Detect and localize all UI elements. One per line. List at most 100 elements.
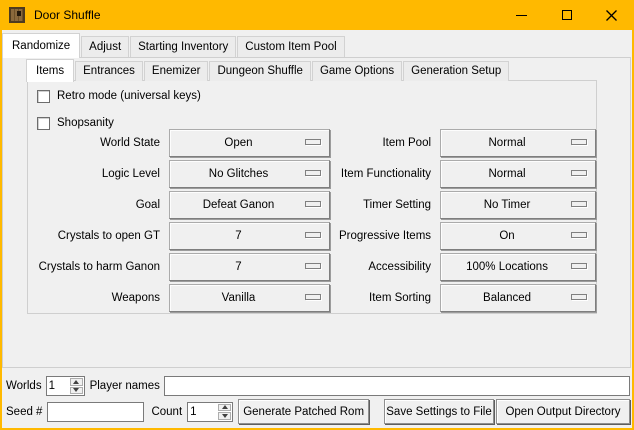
crystals-ganon-value: 7 <box>235 261 241 273</box>
count-spin-down-button[interactable] <box>218 412 231 420</box>
goal-value: Defeat Ganon <box>203 199 275 211</box>
maximize-button[interactable] <box>544 0 589 30</box>
titlebar: Door Shuffle <box>0 0 634 30</box>
secondary-tab-bar: Items Entrances Enemizer Dungeon Shuffle… <box>26 58 510 81</box>
crystals-ganon-label: Crystals to harm Ganon <box>28 253 160 281</box>
dropdown-indicator-icon <box>305 170 321 176</box>
worlds-spin-up-button[interactable] <box>70 378 83 386</box>
tab-entrances[interactable]: Entrances <box>75 61 143 81</box>
item-pool-dropdown[interactable]: Normal <box>440 129 596 157</box>
tab-enemizer[interactable]: Enemizer <box>144 61 209 81</box>
tab-dungeon-shuffle[interactable]: Dungeon Shuffle <box>209 61 310 81</box>
maximize-icon <box>562 10 572 20</box>
app-window: Door Shuffle Randomize Adjust Starting I… <box>0 0 634 430</box>
worlds-spinner-buttons <box>69 377 84 395</box>
item-sorting-dropdown[interactable]: Balanced <box>440 284 596 312</box>
door-icon <box>9 7 25 23</box>
options-grid: World State Open Item Pool Normal Logic … <box>28 129 593 312</box>
spinner-down-icon <box>222 414 228 418</box>
player-names-input[interactable] <box>164 376 630 396</box>
timer-setting-dropdown[interactable]: No Timer <box>440 191 596 219</box>
crystals-gt-value: 7 <box>235 230 241 242</box>
close-icon <box>606 10 617 21</box>
weapons-value: Vanilla <box>222 292 256 304</box>
crystals-gt-label: Crystals to open GT <box>28 222 160 250</box>
progressive-items-value: On <box>499 230 514 242</box>
logic-level-dropdown[interactable]: No Glitches <box>169 160 330 188</box>
logic-level-value: No Glitches <box>209 168 268 180</box>
count-spin-up-button[interactable] <box>218 404 231 412</box>
dropdown-indicator-icon <box>305 139 321 145</box>
weapons-label: Weapons <box>28 284 160 312</box>
crystals-ganon-dropdown[interactable]: 7 <box>169 253 330 281</box>
shopsanity-checkbox-label: Shopsanity <box>57 117 114 129</box>
retro-mode-checkbox-box[interactable] <box>37 90 50 103</box>
item-functionality-value: Normal <box>489 168 526 180</box>
accessibility-label: Accessibility <box>339 253 431 281</box>
tab-randomize[interactable]: Randomize <box>2 33 80 58</box>
shopsanity-checkbox[interactable]: Shopsanity <box>37 116 114 130</box>
items-pane: Retro mode (universal keys) Shopsanity W… <box>27 80 597 314</box>
item-functionality-label: Item Functionality <box>339 160 431 188</box>
item-sorting-label: Item Sorting <box>339 284 431 312</box>
count-spinner-buttons <box>217 403 232 421</box>
seed-input[interactable] <box>47 402 144 422</box>
tab-custom-item-pool[interactable]: Custom Item Pool <box>237 36 344 57</box>
retro-mode-checkbox[interactable]: Retro mode (universal keys) <box>37 89 201 103</box>
dropdown-indicator-icon <box>305 201 321 207</box>
save-settings-button[interactable]: Save Settings to File <box>384 399 494 424</box>
timer-setting-label: Timer Setting <box>339 191 431 219</box>
weapons-dropdown[interactable]: Vanilla <box>169 284 330 312</box>
goal-label: Goal <box>28 191 160 219</box>
seed-label: Seed # <box>6 406 42 418</box>
generate-patched-rom-button[interactable]: Generate Patched Rom <box>238 399 369 424</box>
dropdown-indicator-icon <box>571 139 587 145</box>
retro-mode-checkbox-label: Retro mode (universal keys) <box>57 90 201 102</box>
world-state-label: World State <box>28 129 160 157</box>
crystals-gt-dropdown[interactable]: 7 <box>169 222 330 250</box>
dropdown-indicator-icon <box>305 232 321 238</box>
spinner-up-icon <box>222 405 228 409</box>
goal-dropdown[interactable]: Defeat Ganon <box>169 191 330 219</box>
bottom-row-1: Worlds Player names <box>6 376 630 396</box>
tab-starting-inventory[interactable]: Starting Inventory <box>130 36 236 57</box>
dropdown-indicator-icon <box>305 294 321 300</box>
accessibility-value: 100% Locations <box>466 261 548 273</box>
dropdown-indicator-icon <box>571 294 587 300</box>
worlds-spinner <box>46 376 85 396</box>
worlds-spin-down-button[interactable] <box>70 387 83 395</box>
dropdown-indicator-icon <box>571 263 587 269</box>
player-names-label: Player names <box>90 380 160 392</box>
progressive-items-dropdown[interactable]: On <box>440 222 596 250</box>
timer-setting-value: No Timer <box>484 199 531 211</box>
worlds-label: Worlds <box>6 380 42 392</box>
logic-level-label: Logic Level <box>28 160 160 188</box>
minimize-icon <box>516 15 527 16</box>
worlds-input[interactable] <box>47 377 69 395</box>
minimize-button[interactable] <box>499 0 544 30</box>
count-spinner <box>187 402 233 422</box>
world-state-dropdown[interactable]: Open <box>169 129 330 157</box>
item-pool-label: Item Pool <box>339 129 431 157</box>
item-sorting-value: Balanced <box>483 292 531 304</box>
progressive-items-label: Progressive Items <box>339 222 431 250</box>
count-label: Count <box>151 406 182 418</box>
shopsanity-checkbox-box[interactable] <box>37 117 50 130</box>
open-output-directory-button[interactable]: Open Output Directory <box>496 399 630 424</box>
close-button[interactable] <box>589 0 634 30</box>
dropdown-indicator-icon <box>571 170 587 176</box>
primary-tab-bar: Randomize Adjust Starting Inventory Cust… <box>2 32 346 57</box>
count-input[interactable] <box>188 403 217 421</box>
tab-adjust[interactable]: Adjust <box>81 36 129 57</box>
tab-generation-setup[interactable]: Generation Setup <box>403 61 509 81</box>
bottom-row-2: Seed # Count Generate Patched Rom Save S… <box>6 399 630 424</box>
item-functionality-dropdown[interactable]: Normal <box>440 160 596 188</box>
spinner-down-icon <box>73 388 79 392</box>
dropdown-indicator-icon <box>305 263 321 269</box>
dropdown-indicator-icon <box>571 232 587 238</box>
world-state-value: Open <box>224 137 252 149</box>
window-title: Door Shuffle <box>34 8 101 22</box>
accessibility-dropdown[interactable]: 100% Locations <box>440 253 596 281</box>
tab-items[interactable]: Items <box>26 59 74 82</box>
tab-game-options[interactable]: Game Options <box>312 61 402 81</box>
